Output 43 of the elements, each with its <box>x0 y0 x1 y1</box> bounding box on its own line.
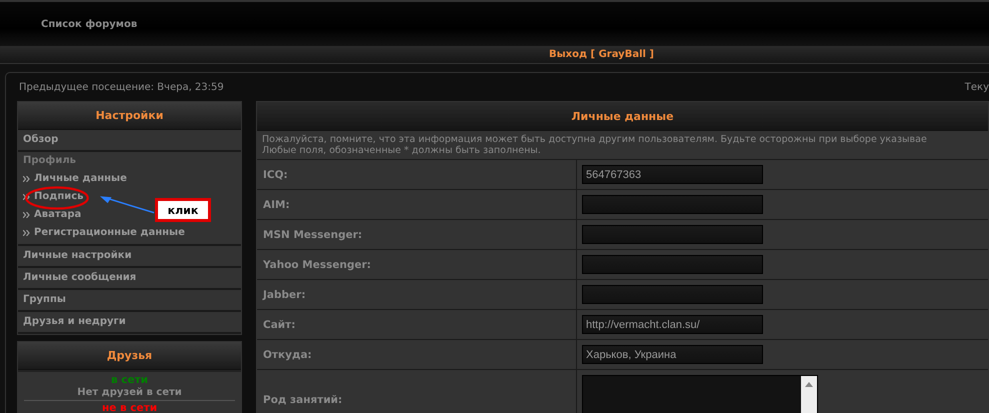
field-label: MSN Messenger: <box>263 228 362 240</box>
field-label: Yahoo Messenger: <box>263 258 371 270</box>
input-field[interactable]: http://vermacht.clan.su/ <box>582 315 763 334</box>
settings-title: Настройки <box>96 109 164 122</box>
form-title: Личные данные <box>571 110 674 122</box>
sidebar-subitem[interactable]: Личные данные <box>34 172 127 185</box>
input-field[interactable] <box>582 195 763 214</box>
field-label: Род занятий: <box>263 394 342 406</box>
double-chevron-icon <box>23 194 30 200</box>
input-field[interactable] <box>582 225 763 244</box>
last-visit-text: Предыдущее посещение: Вчера, 23:59 <box>19 82 224 93</box>
double-chevron-icon <box>23 176 30 182</box>
notice-text: Пожалуйста, помните, что эта информация может быть доступна другим пользователям. Будьте осторожны при выборе указывае <box>262 134 928 145</box>
sidebar-item[interactable]: Личные настройки <box>18 246 241 268</box>
pointer-arrow <box>99 195 155 215</box>
sidebar-item[interactable]: Обзор <box>18 130 241 152</box>
field-label: AIM: <box>263 198 290 210</box>
field-label: Откуда: <box>263 348 312 360</box>
field-label: Сайт: <box>263 318 296 330</box>
scroll-up-icon[interactable] <box>805 382 813 387</box>
input-field[interactable] <box>582 285 763 304</box>
annotation-callout: клик <box>155 198 211 222</box>
field-label: ICQ: <box>263 168 288 180</box>
forum-list-link[interactable]: Список форумов <box>41 18 138 30</box>
group-label: Профиль <box>23 154 76 167</box>
sidebar-item[interactable]: Друзья и недруги <box>18 312 241 334</box>
notice-text: Любые поля, обозначенные * должны быть заполнены. <box>262 145 542 156</box>
sidebar-subitem[interactable]: Регистрационные данные <box>34 226 185 239</box>
status-label: не в сети <box>102 402 158 413</box>
double-chevron-icon <box>23 212 30 218</box>
input-field[interactable]: Харьков, Украина <box>582 345 763 364</box>
current-time-text: Теку <box>964 82 989 93</box>
double-chevron-icon <box>23 230 30 236</box>
field-label: Jabber: <box>263 288 306 300</box>
logout-link[interactable]: Выход [ GrayBall ] <box>549 49 654 60</box>
sidebar-item[interactable]: Группы <box>18 290 241 312</box>
sidebar-subitem[interactable]: Аватара <box>34 208 82 221</box>
input-field[interactable] <box>582 255 763 274</box>
empty-text: Нет друзей в сети <box>77 387 182 399</box>
friends-title: Друзья <box>106 349 152 362</box>
status-label: в сети <box>110 374 148 386</box>
input-field[interactable]: 564767363 <box>582 165 763 184</box>
sidebar-item[interactable]: Личные сообщения <box>18 268 241 290</box>
